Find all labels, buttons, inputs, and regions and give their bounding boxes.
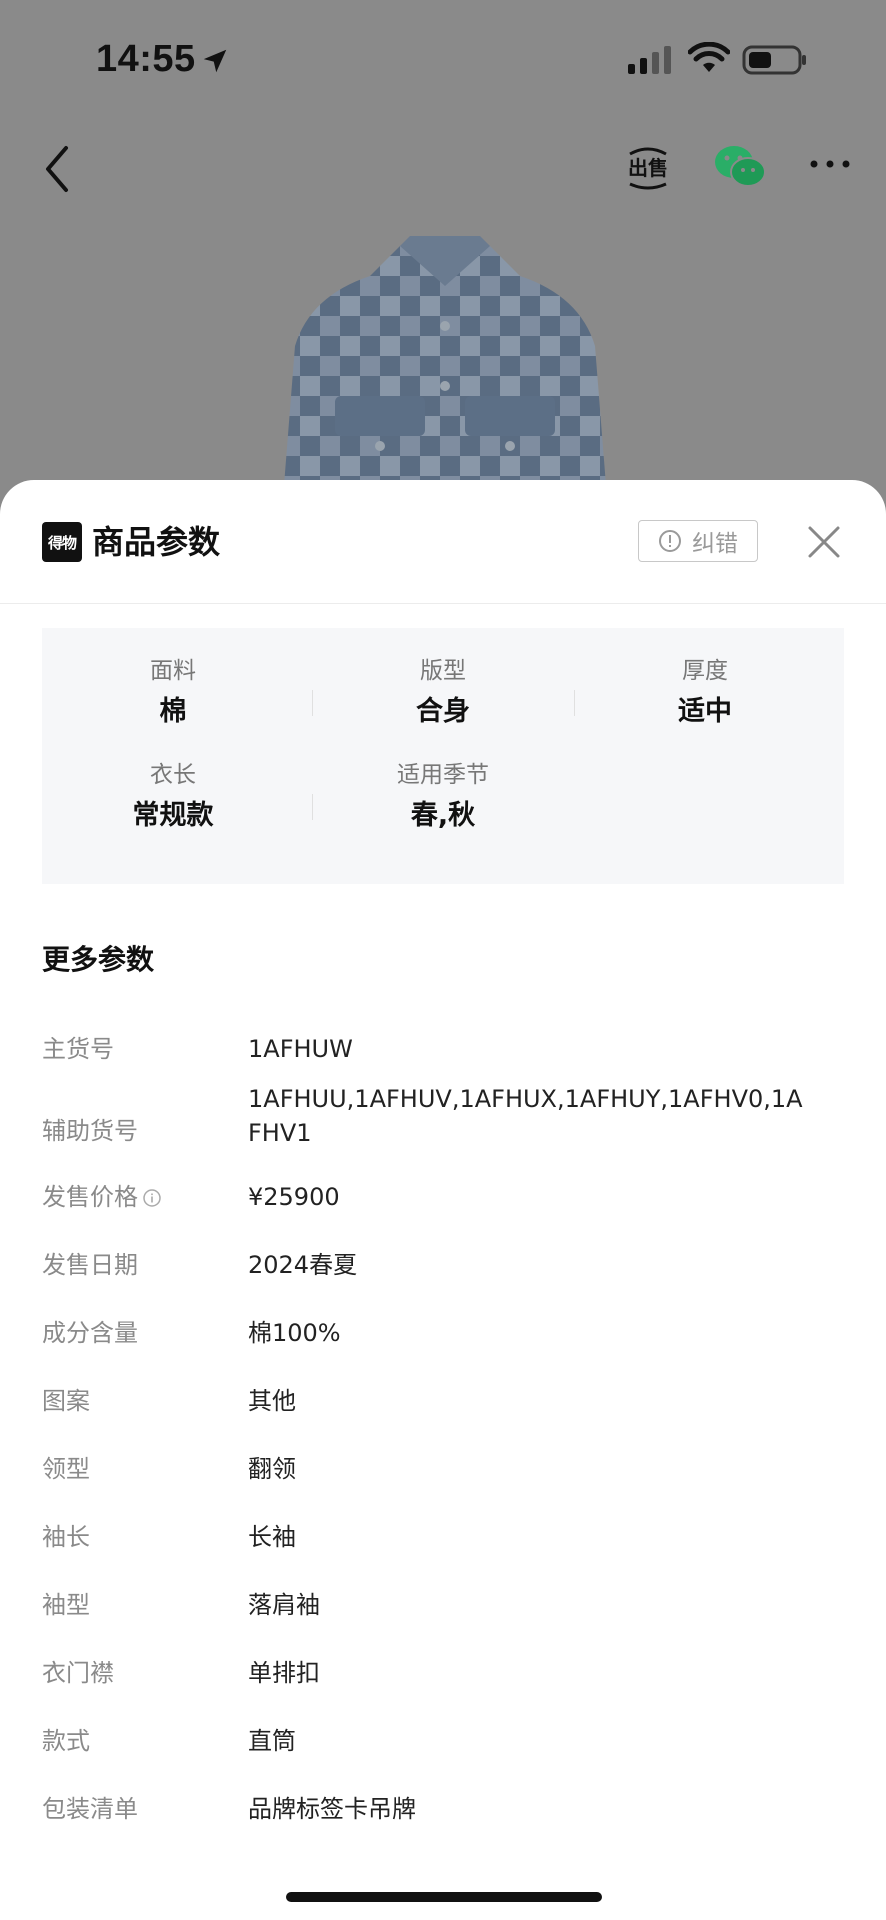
param-value: 1AFHUU,1AFHUV,1AFHUX,1AFHUY,1AFHV0,1AFHV… <box>248 1085 803 1147</box>
param-label: 袖长 <box>42 1523 90 1551</box>
key-param-label: 面料 <box>150 658 196 684</box>
param-value: 直筒 <box>248 1727 296 1755</box>
sheet-header: 得物 商品参数 纠错 <box>0 480 886 604</box>
close-icon[interactable] <box>806 524 842 560</box>
key-param-label: 适用季节 <box>397 762 489 788</box>
product-image <box>281 236 609 520</box>
params-sheet: 得物 商品参数 纠错 面料 棉 版型 合身 厚度 适中 衣长 常规款 适用季节 … <box>0 480 886 1920</box>
report-error-button[interactable]: 纠错 <box>638 520 758 562</box>
param-value: 落肩袖 <box>248 1591 320 1619</box>
brand-logo: 得物 <box>42 522 82 562</box>
param-label: 图案 <box>42 1387 90 1415</box>
alert-circle-icon <box>659 530 681 552</box>
param-value: 翻领 <box>248 1455 296 1483</box>
key-param-value: 棉 <box>159 696 187 727</box>
battery-icon <box>742 45 806 75</box>
param-value: ¥25900 <box>248 1183 340 1211</box>
key-param-label: 衣长 <box>150 762 196 788</box>
param-label: 主货号 <box>42 1035 114 1063</box>
param-label-text: 发售价格 <box>42 1183 138 1211</box>
param-value: 品牌标签卡吊牌 <box>248 1795 416 1823</box>
sheet-title: 商品参数 <box>92 523 221 561</box>
more-icon[interactable] <box>808 154 852 174</box>
wifi-icon <box>688 42 730 72</box>
param-label: 成分含量 <box>42 1319 138 1347</box>
key-param-label: 厚度 <box>682 658 728 684</box>
key-param-value: 合身 <box>416 696 470 727</box>
param-label: 辅助货号 <box>42 1117 138 1145</box>
param-label: 衣门襟 <box>42 1659 114 1687</box>
status-bar: 14:55 <box>0 0 886 120</box>
param-value: 1AFHUW <box>248 1035 353 1063</box>
key-param-label: 版型 <box>420 658 466 684</box>
key-params-panel: 面料 棉 版型 合身 厚度 适中 衣长 常规款 适用季节 春,秋 <box>42 628 844 884</box>
param-value: 长袖 <box>248 1523 296 1551</box>
key-param-value: 春,秋 <box>410 800 476 831</box>
param-value: 其他 <box>248 1387 296 1415</box>
home-indicator[interactable] <box>286 1892 602 1902</box>
key-param-season: 适用季节 春,秋 <box>312 732 574 832</box>
param-label: 发售日期 <box>42 1251 138 1279</box>
param-label: 款式 <box>42 1727 90 1755</box>
key-param-thickness: 厚度 适中 <box>574 628 836 728</box>
svg-text:出售: 出售 <box>628 156 668 180</box>
param-value: 2024春夏 <box>248 1251 358 1279</box>
param-label: 包装清单 <box>42 1795 138 1823</box>
param-label: 袖型 <box>42 1591 90 1619</box>
param-label: 领型 <box>42 1455 90 1483</box>
cellular-signal-icon <box>628 46 671 74</box>
top-nav: 出售 <box>0 130 886 210</box>
param-value: 单排扣 <box>248 1659 320 1687</box>
page-backdrop[interactable]: 14:55 出售 <box>0 0 886 520</box>
info-icon[interactable] <box>142 1188 162 1208</box>
key-param-length: 衣长 常规款 <box>42 732 304 832</box>
more-params-title: 更多参数 <box>42 943 155 976</box>
key-param-value: 适中 <box>678 696 732 727</box>
report-error-label: 纠错 <box>692 531 738 557</box>
location-arrow-icon <box>203 49 227 73</box>
key-param-value: 常规款 <box>132 800 214 831</box>
param-label: 发售价格 <box>42 1180 162 1214</box>
param-value: 棉100% <box>248 1319 341 1347</box>
status-time: 14:55 <box>96 38 196 80</box>
back-icon[interactable] <box>38 142 78 196</box>
wechat-icon[interactable] <box>712 142 768 192</box>
key-param-fabric: 面料 棉 <box>42 628 304 728</box>
sell-icon[interactable]: 出售 <box>622 142 674 194</box>
key-param-fit: 版型 合身 <box>312 628 574 728</box>
